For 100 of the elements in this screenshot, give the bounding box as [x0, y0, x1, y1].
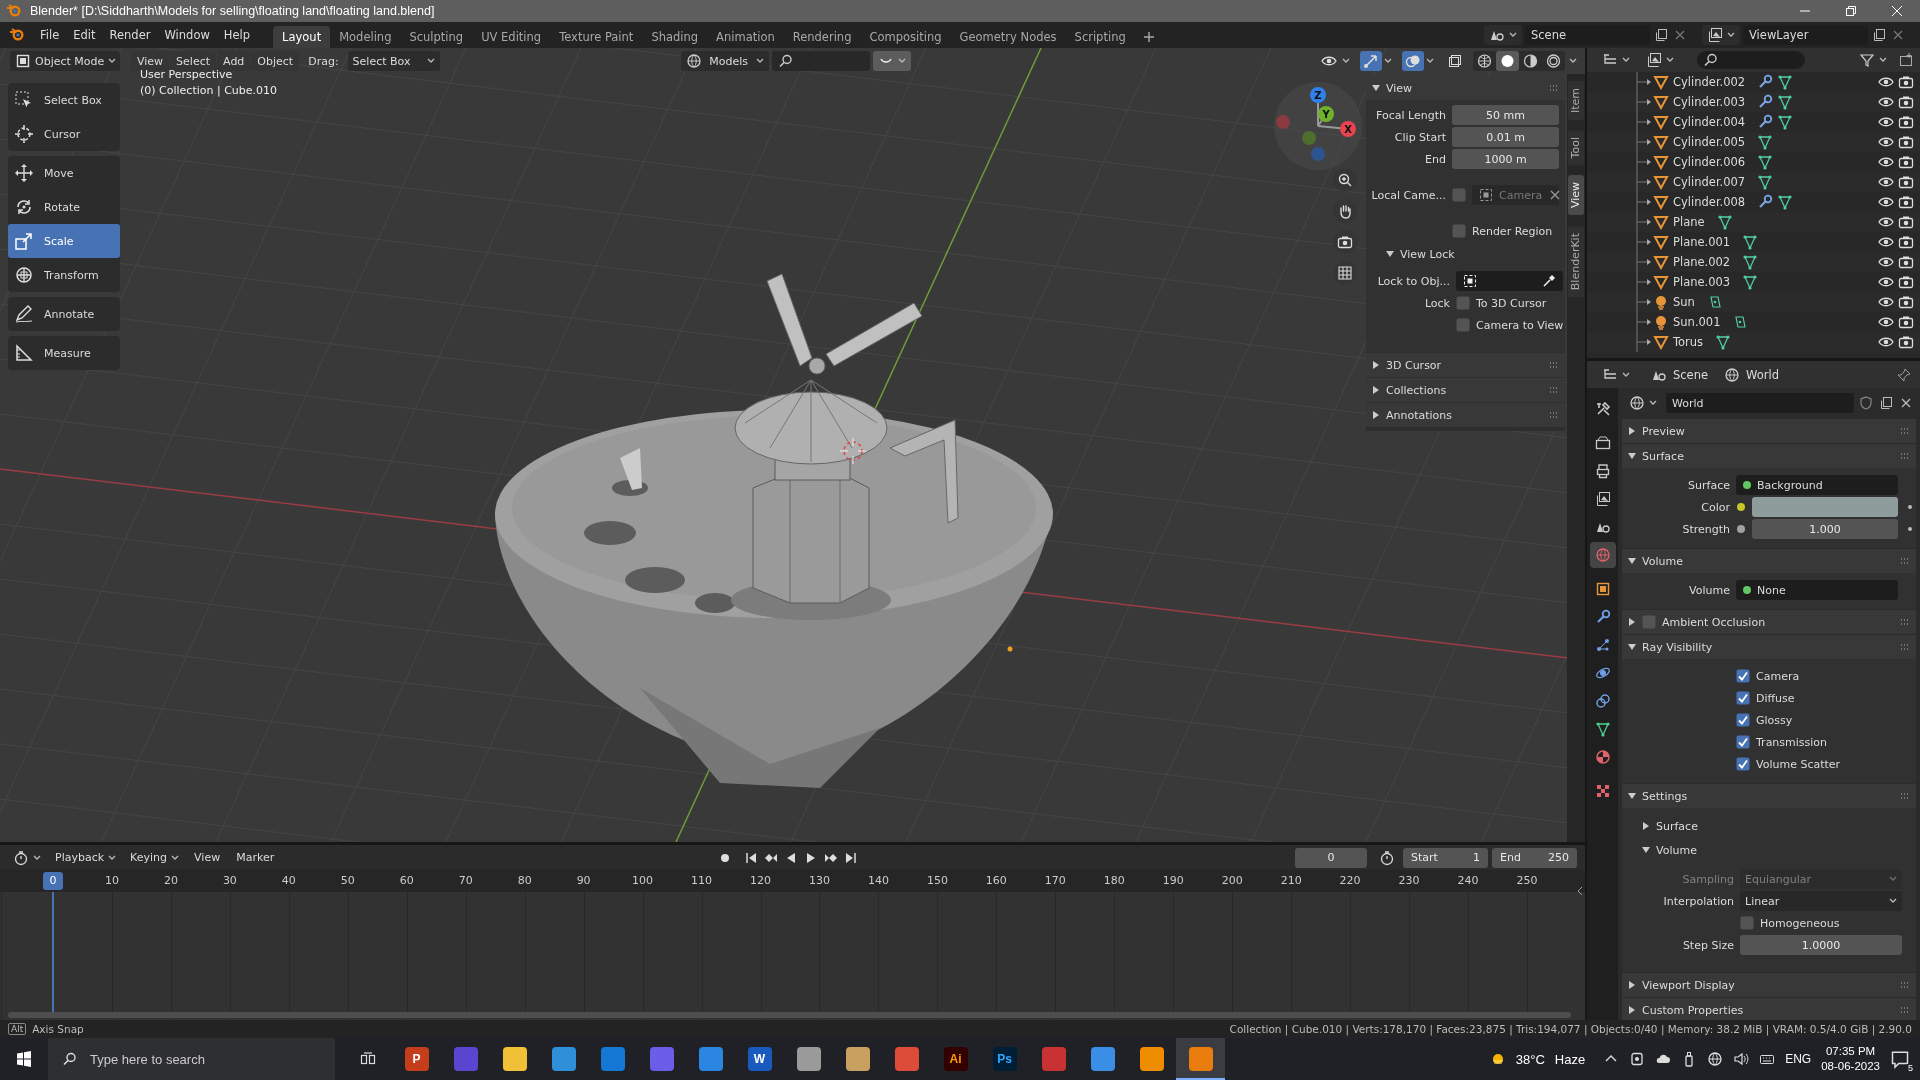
drag-handle-icon[interactable] — [1549, 84, 1559, 92]
app-tile-icon[interactable] — [796, 1047, 821, 1071]
menu-dropdown[interactable]: Keying — [125, 847, 185, 868]
taskbar-search-field[interactable]: Type here to search — [48, 1038, 335, 1080]
camera-icon[interactable] — [1898, 314, 1914, 330]
panel-header[interactable]: Custom Properties — [1622, 998, 1916, 1020]
object-name[interactable]: Cylinder.003 — [1673, 95, 1746, 109]
menu-item[interactable]: Object — [251, 51, 300, 71]
clock-icon[interactable] — [1379, 849, 1395, 866]
tree-branch-icon[interactable] — [1635, 332, 1651, 352]
number-field[interactable]: 1.000 — [1752, 519, 1898, 539]
drag-handle-icon[interactable] — [1900, 618, 1910, 626]
checkbox-label[interactable]: Camera to View — [1476, 318, 1564, 332]
checkbox-label[interactable]: Volume Scatter — [1756, 757, 1841, 771]
camera-icon[interactable] — [1898, 334, 1914, 350]
language-indicator[interactable]: ENG — [1785, 1052, 1812, 1066]
mesh-data-icon[interactable] — [1715, 334, 1732, 350]
camera-icon[interactable] — [1898, 214, 1914, 230]
disclosure-triangle-icon[interactable] — [1628, 792, 1636, 800]
menu-item[interactable]: Help — [216, 28, 258, 42]
tool-button[interactable]: Transform — [8, 258, 120, 292]
panel-header[interactable]: Surface — [1622, 444, 1916, 468]
navigation-gizmo[interactable]: Y X Z — [1273, 81, 1363, 171]
tool-button[interactable]: Move — [8, 156, 120, 190]
disclosure-triangle-icon[interactable] — [1642, 822, 1650, 830]
camera-icon[interactable] — [1898, 174, 1914, 190]
object-name[interactable]: Cylinder.007 — [1673, 175, 1746, 189]
disclosure-triangle-icon[interactable] — [1642, 846, 1650, 854]
mesh-object-icon[interactable] — [1653, 234, 1669, 250]
wrench-icon[interactable] — [1757, 194, 1774, 210]
mesh-data-icon[interactable] — [1742, 274, 1759, 290]
sidebar-tab[interactable]: Item — [1568, 81, 1584, 121]
drag-handle-icon[interactable] — [1900, 557, 1910, 565]
maximize-icon[interactable] — [1845, 5, 1857, 17]
menu-item[interactable]: Marker — [230, 851, 281, 864]
drag-dropdown[interactable]: Select Box — [347, 51, 440, 71]
link-field[interactable]: None — [1736, 580, 1898, 600]
app-tile-icon[interactable] — [845, 1047, 870, 1071]
disclosure-triangle-icon[interactable] — [1628, 618, 1636, 626]
checkbox[interactable] — [1736, 669, 1750, 683]
drag-handle-icon[interactable] — [1900, 452, 1910, 460]
tool-button[interactable]: Rotate — [8, 190, 120, 224]
checkbox[interactable] — [1456, 296, 1470, 310]
checkbox-label[interactable]: Camera — [1756, 669, 1800, 683]
keyframe-dot-icon[interactable] — [1906, 503, 1914, 511]
close-icon[interactable] — [1891, 5, 1903, 17]
tool-button[interactable]: Annotate — [8, 297, 120, 331]
object-name[interactable]: Cylinder.008 — [1673, 195, 1746, 209]
workspace-tab[interactable]: Scripting — [1065, 26, 1135, 48]
checkbox-label[interactable]: Diffuse — [1756, 691, 1795, 705]
object-field[interactable] — [1456, 271, 1563, 291]
object-name[interactable]: Sun.001 — [1673, 315, 1721, 329]
workspace-tab[interactable]: Compositing — [860, 26, 951, 48]
disclosure-triangle-icon[interactable] — [1628, 557, 1636, 565]
disclosure-triangle-icon[interactable] — [1372, 361, 1380, 369]
menu-item[interactable]: View — [188, 851, 227, 864]
dropdown[interactable]: Linear — [1740, 891, 1902, 911]
drag-handle-icon[interactable] — [1900, 427, 1910, 435]
mesh-data-icon[interactable] — [1742, 254, 1759, 270]
object-name[interactable]: Cylinder.004 — [1673, 115, 1746, 129]
gizmo-arrows-icon[interactable] — [1360, 51, 1382, 71]
disclosure-triangle-icon[interactable] — [1628, 643, 1636, 651]
tree-branch-icon[interactable] — [1635, 252, 1651, 272]
mesh-data-icon[interactable] — [1742, 234, 1759, 250]
panel-header[interactable]: Settings — [1622, 784, 1916, 808]
tree-branch-icon[interactable] — [1635, 132, 1651, 152]
task-view-icon[interactable] — [359, 1051, 376, 1067]
sidebar-tab[interactable]: Tool — [1568, 130, 1584, 166]
mesh-data-icon[interactable] — [1777, 114, 1794, 130]
workspace-tab[interactable]: Shading — [642, 26, 708, 48]
panel-header[interactable]: Annotations — [1366, 403, 1565, 427]
mesh-data-icon[interactable] — [1757, 154, 1774, 170]
checkbox[interactable] — [1736, 735, 1750, 749]
workspace-tab[interactable]: Animation — [707, 26, 784, 48]
notification-icon[interactable] — [1890, 1049, 1910, 1069]
workspace-tab[interactable]: Sculpting — [400, 26, 473, 48]
checkbox[interactable] — [1452, 224, 1466, 238]
checkbox-label[interactable]: Homogeneous — [1760, 916, 1840, 930]
app-tile-icon[interactable] — [551, 1047, 576, 1071]
mesh-object-icon[interactable] — [1653, 94, 1669, 110]
menu-item[interactable]: Render — [102, 28, 158, 42]
subpanel-header[interactable]: Surface — [1626, 814, 1912, 838]
wrench-icon[interactable] — [1757, 114, 1774, 130]
breadcrumb[interactable]: World — [1746, 367, 1780, 382]
object-name[interactable]: Cylinder.002 — [1673, 75, 1746, 89]
disclosure-triangle-icon[interactable] — [1628, 427, 1636, 435]
checkbox[interactable] — [1736, 691, 1750, 705]
wrench-icon[interactable] — [1757, 94, 1774, 110]
color-swatch[interactable] — [1752, 497, 1898, 517]
panel-header[interactable]: Ray Visibility — [1622, 635, 1916, 659]
mesh-object-icon[interactable] — [1653, 134, 1669, 150]
object-name[interactable]: Plane.001 — [1673, 235, 1731, 249]
drag-handle-icon[interactable] — [1549, 386, 1559, 394]
subpanel-header[interactable]: View Lock — [1370, 242, 1561, 266]
checkbox[interactable] — [1736, 757, 1750, 771]
scrollbar[interactable] — [8, 1012, 1571, 1018]
object-name[interactable]: Plane — [1673, 215, 1705, 229]
checkbox[interactable] — [1456, 318, 1470, 332]
overlay-circles-icon[interactable] — [1402, 51, 1424, 71]
tree-branch-icon[interactable] — [1635, 312, 1651, 332]
